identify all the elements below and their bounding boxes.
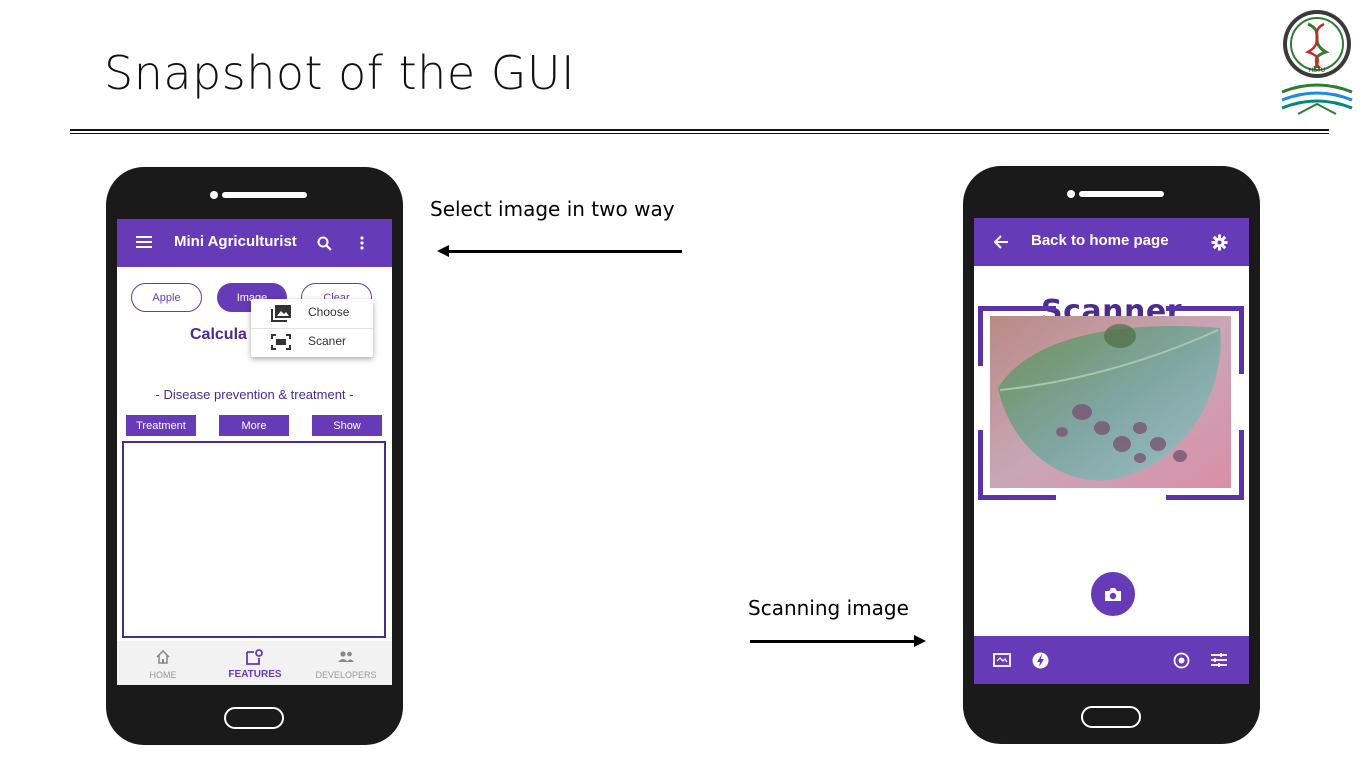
developers-icon: [336, 648, 356, 666]
app-title: Back to home page: [1031, 232, 1169, 249]
nav-developers[interactable]: DEVELOPERS: [300, 641, 392, 685]
menu-icon[interactable]: [135, 234, 153, 250]
aspect-ratio-icon[interactable]: [992, 651, 1012, 669]
home-icon: [153, 648, 173, 666]
app-bar: Mini Agriculturist: [117, 219, 392, 267]
scanner-toolbar: [974, 636, 1249, 684]
app-bar: Back to home page: [974, 218, 1249, 266]
caption-scan: Scanning image: [748, 596, 909, 620]
flash-icon[interactable]: [1030, 650, 1050, 670]
slide-title: Snapshot of the GUI: [104, 46, 576, 100]
search-icon[interactable]: [315, 234, 333, 252]
features-icon: [245, 648, 265, 666]
focus-icon[interactable]: [1171, 650, 1191, 670]
camera-icon: [1103, 584, 1123, 604]
more-button[interactable]: More: [219, 415, 289, 436]
phone-home-button: [224, 707, 284, 729]
back-arrow-icon[interactable]: [992, 233, 1010, 251]
menu-item-label: Scaner: [308, 334, 347, 348]
phone-home-button: [1081, 706, 1141, 728]
scanner-icon: [271, 333, 291, 351]
phone-speaker: [222, 192, 307, 198]
caption-select: Select image in two way: [430, 197, 675, 221]
apple-chip[interactable]: Apple: [131, 283, 202, 312]
nav-home[interactable]: HOME: [117, 641, 209, 685]
more-vert-icon[interactable]: [355, 234, 369, 252]
tune-icon[interactable]: [1209, 650, 1229, 670]
logo-text: HSTU: [1309, 67, 1325, 74]
title-divider-thin: [70, 133, 1329, 134]
phone-speaker: [1079, 191, 1164, 197]
screen-left: Mini Agriculturist Apple Image Clear Cal…: [117, 219, 392, 685]
nav-home-label: HOME: [149, 670, 177, 680]
nav-features-label: FEATURES: [228, 669, 282, 680]
image-source-menu: Choose Scaner: [251, 299, 373, 357]
menu-item-scaner[interactable]: Scaner: [251, 328, 373, 357]
treatment-button[interactable]: Treatment: [126, 415, 196, 436]
university-logo: HSTU: [1281, 10, 1353, 115]
app-title: Mini Agriculturist: [174, 233, 297, 250]
leaf-scan-image: [990, 316, 1231, 488]
phone-camera: [1067, 190, 1075, 198]
arrow-left: [437, 245, 682, 257]
menu-item-choose[interactable]: Choose: [251, 299, 373, 328]
nav-developers-label: DEVELOPERS: [315, 670, 377, 680]
title-divider: [70, 129, 1329, 131]
phone-left: Mini Agriculturist Apple Image Clear Cal…: [106, 167, 403, 745]
menu-item-label: Choose: [308, 305, 350, 319]
capture-button[interactable]: [1088, 569, 1138, 619]
nav-features[interactable]: FEATURES: [209, 641, 301, 685]
show-button[interactable]: Show: [312, 415, 382, 436]
result-output-box: [122, 441, 386, 638]
settings-icon[interactable]: [1209, 232, 1229, 252]
photo-library-icon: [271, 304, 291, 322]
arrow-right: [750, 635, 926, 647]
phone-right: Back to home page Scanner: [963, 166, 1260, 744]
screen-right: Back to home page Scanner: [974, 218, 1249, 684]
phone-camera: [210, 191, 218, 199]
bottom-navigation: HOME FEATURES DEVELOPERS: [117, 641, 392, 685]
disease-heading: - Disease prevention & treatment -: [155, 387, 354, 402]
calculate-heading: Calcula: [190, 326, 247, 343]
